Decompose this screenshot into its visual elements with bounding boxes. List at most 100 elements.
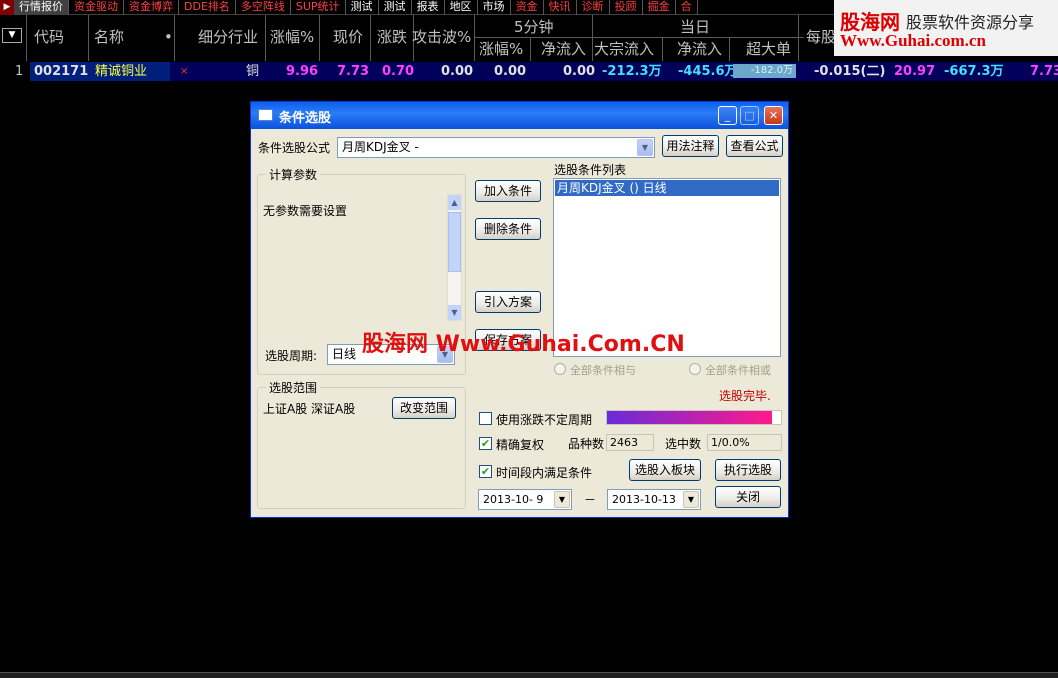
row-value-2: -667.3万 — [944, 64, 1004, 79]
tab-advisor[interactable]: 投顾 — [610, 0, 643, 15]
usage-notes-button[interactable]: 用法注释 — [662, 135, 719, 157]
tab-scroll-arrow-icon[interactable]: ▶ — [0, 0, 14, 15]
table-row[interactable]: 1 002171 精诚铜业 × 铜 9.96 7.73 0.70 0.00 0.… — [0, 62, 1058, 81]
radio-or[interactable] — [689, 363, 701, 375]
col-dot: • — [164, 28, 173, 46]
window-icon — [258, 109, 273, 121]
tab-quotes[interactable]: 行情报价 — [14, 0, 69, 15]
period-value: 日线 — [332, 347, 357, 361]
dialog-title-bar[interactable]: 条件选股 _ □ ✕ — [251, 102, 788, 129]
count-value: 2463 — [606, 434, 654, 451]
maximize-icon[interactable]: □ — [740, 106, 759, 125]
row-5min-netflow: 0.00 — [563, 64, 596, 79]
tab-region[interactable]: 地区 — [445, 0, 478, 15]
tab-dde-rank[interactable]: DDE排名 — [179, 0, 236, 15]
date-separator: － — [584, 493, 597, 507]
minimize-icon[interactable]: _ — [718, 106, 737, 125]
view-formula-button[interactable]: 查看公式 — [726, 135, 783, 157]
row-industry: 铜 — [246, 64, 260, 79]
formula-select[interactable]: 月周KDJ金叉 - ▼ — [337, 137, 655, 158]
radio-or-label: 全部条件相或 — [705, 364, 771, 377]
tab-news[interactable]: 快讯 — [544, 0, 577, 15]
date-from-value: 2013-10- 9 — [483, 493, 544, 506]
col-day-netflow[interactable]: 净流入 — [677, 39, 722, 59]
bottom-status-strip — [0, 672, 1058, 678]
row-name: 精诚铜业 — [95, 64, 148, 79]
row-day-netflow: -445.6万 — [678, 64, 738, 79]
col-super-large[interactable]: 超大单 — [746, 39, 791, 59]
uncertain-period-label: 使用涨跌不定周期 — [496, 413, 593, 427]
chevron-down-icon[interactable]: ▼ — [554, 491, 570, 508]
formula-value: 月周KDJ金叉 - — [342, 140, 419, 154]
col-block-inflow[interactable]: 大宗流入 — [594, 39, 654, 59]
tab-test-1[interactable]: 测试 — [346, 0, 379, 15]
site-logo: 股海网 股票软件资源分享 Www.Guhai.com.cn — [834, 0, 1058, 56]
tab-report[interactable]: 报表 — [412, 0, 445, 15]
row-mark-icon: × — [180, 66, 189, 77]
row-per-share: -0.015(二) — [814, 64, 886, 79]
row-5min-change: 0.00 — [494, 64, 527, 79]
tab-long-short[interactable]: 多空阵线 — [236, 0, 291, 15]
row-change: 0.70 — [382, 64, 415, 79]
site-watermark: 股海网 Www.Guhai.Com.CN — [362, 332, 685, 357]
condition-list-label: 选股条件列表 — [554, 163, 627, 177]
row-index: 1 — [15, 64, 24, 79]
tab-fund[interactable]: 资金 — [511, 0, 544, 15]
scroll-thumb[interactable] — [448, 212, 461, 272]
exact-rights-label: 精确复权 — [496, 438, 545, 452]
row-change-pct: 9.96 — [286, 64, 319, 79]
row-block-inflow: -212.3万 — [602, 64, 662, 79]
exact-rights-checkbox[interactable]: ✔ — [479, 437, 492, 450]
close-button[interactable]: 关闭 — [715, 486, 781, 508]
row-value-3: 7.73 — [1030, 64, 1058, 79]
col-name[interactable]: 名称 — [94, 27, 124, 47]
run-screen-button[interactable]: 执行选股 — [715, 459, 781, 481]
tab-fund-drive[interactable]: 资金驱动 — [69, 0, 124, 15]
col-change[interactable]: 涨跌 — [377, 27, 407, 47]
params-scrollbar[interactable]: ▲ ▼ — [447, 194, 462, 321]
tab-market[interactable]: 市场 — [478, 0, 511, 15]
time-satisfy-label: 时间段内满足条件 — [496, 466, 593, 480]
tab-sup-stats[interactable]: SUP统计 — [291, 0, 346, 15]
import-scheme-button[interactable]: 引入方案 — [475, 291, 541, 313]
params-group-caption: 计算参数 — [266, 166, 321, 183]
selected-value: 1/0.0% — [707, 434, 782, 451]
selected-label: 选中数 — [665, 437, 702, 451]
col-5min-netflow[interactable]: 净流入 — [541, 39, 586, 59]
column-menu-icon[interactable]: ▼ — [2, 28, 22, 43]
change-range-button[interactable]: 改变范围 — [392, 397, 456, 419]
status-text: 选股完毕. — [719, 389, 771, 403]
logo-line-3: Www.Guhai.com.cn — [840, 31, 986, 50]
list-item[interactable]: 月周KDJ金叉 () 日线 — [555, 180, 779, 196]
col-price[interactable]: 现价 — [333, 27, 363, 47]
tab-diagnose[interactable]: 诊断 — [577, 0, 610, 15]
uncertain-period-checkbox[interactable] — [479, 412, 492, 425]
range-text: 上证A股 深证A股 — [263, 402, 356, 416]
stock-screen-dialog: 条件选股 _ □ ✕ 条件选股公式 月周KDJ金叉 - ▼ 用法注释 查看公式 … — [250, 101, 789, 518]
col-industry[interactable]: 细分行业 — [198, 27, 258, 47]
scroll-up-icon[interactable]: ▲ — [448, 195, 461, 210]
tab-more[interactable]: 合 — [676, 0, 698, 15]
delete-condition-button[interactable]: 删除条件 — [475, 218, 541, 240]
progress-bar — [606, 410, 782, 425]
chevron-down-icon[interactable]: ▼ — [637, 139, 653, 156]
chevron-down-icon[interactable]: ▼ — [683, 491, 699, 508]
col-change-pct[interactable]: 涨幅% — [270, 27, 314, 47]
dialog-title: 条件选股 — [279, 111, 332, 126]
date-from-picker[interactable]: 2013-10- 9 ▼ — [478, 489, 572, 510]
date-to-picker[interactable]: 2013-10-13 ▼ — [607, 489, 701, 510]
close-icon[interactable]: ✕ — [764, 106, 783, 125]
col-code[interactable]: 代码 — [34, 27, 64, 47]
tab-fund-game[interactable]: 资金博弈 — [124, 0, 179, 15]
add-condition-button[interactable]: 加入条件 — [475, 180, 541, 202]
col-group-today: 当日 — [680, 18, 711, 36]
tab-test-2[interactable]: 测试 — [379, 0, 412, 15]
tab-mining[interactable]: 掘金 — [643, 0, 676, 15]
col-5min-change[interactable]: 涨幅% — [479, 39, 523, 59]
radio-and[interactable] — [554, 363, 566, 375]
to-board-button[interactable]: 选股入板块 — [629, 459, 701, 481]
scroll-down-icon[interactable]: ▼ — [448, 305, 461, 320]
time-satisfy-checkbox[interactable]: ✔ — [479, 465, 492, 478]
col-attack-wave[interactable]: 攻击波% — [412, 27, 471, 47]
col-per-share[interactable]: 每股 — [806, 27, 836, 47]
